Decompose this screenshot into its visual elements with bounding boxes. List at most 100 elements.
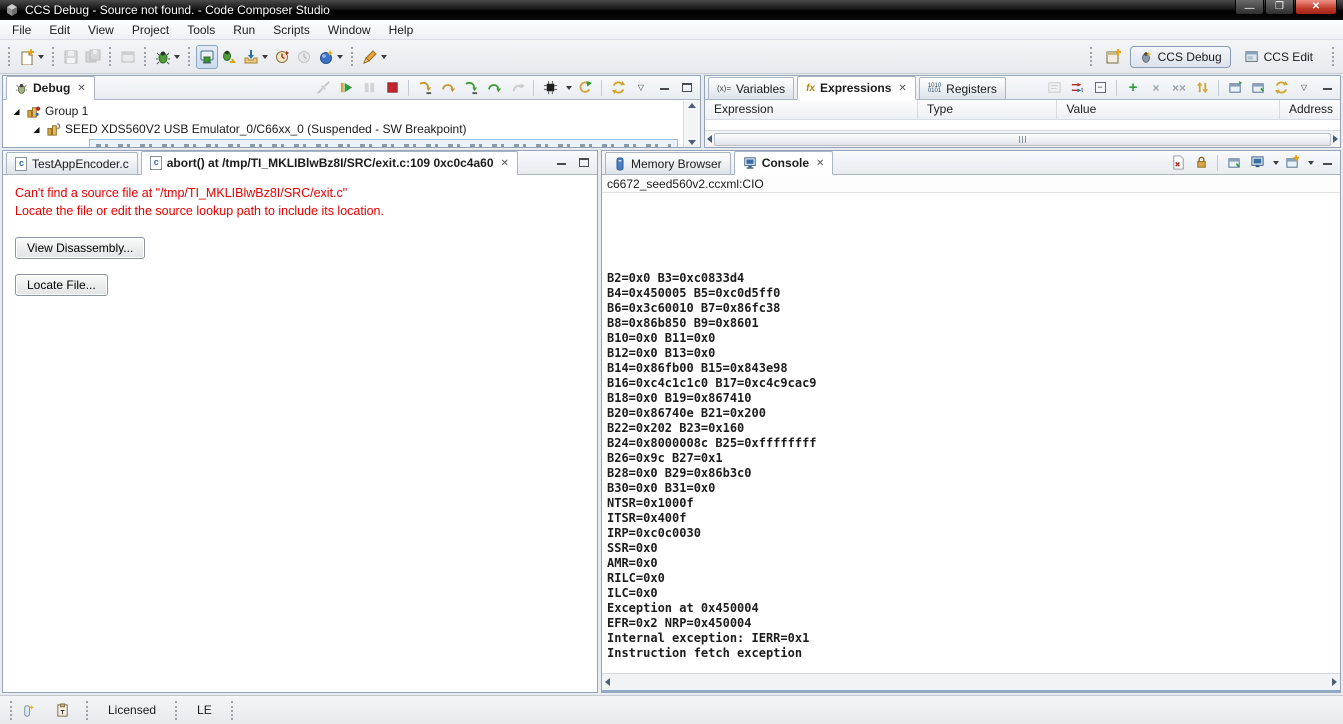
tab-console[interactable]: Console ✕: [733, 151, 834, 175]
tree-row-target[interactable]: ◢ SEED XDS560V2 USB Emulator_0/C66xx_0 (…: [3, 120, 700, 138]
show-logical-structure-icon[interactable]: t: [1067, 78, 1087, 98]
profile-clock-disabled-button[interactable]: [293, 45, 315, 69]
column-header-value[interactable]: Value: [1057, 100, 1280, 119]
close-tab-icon[interactable]: ✕: [898, 83, 906, 94]
assembly-step-over-icon[interactable]: [484, 78, 504, 98]
open-console-icon[interactable]: [1282, 153, 1302, 173]
minimize-view-icon[interactable]: [551, 153, 571, 173]
tab-expressions[interactable]: Expressions ✕: [797, 76, 916, 100]
column-header-expression[interactable]: Expression: [705, 100, 919, 119]
debug-step-launch-button[interactable]: [218, 45, 240, 69]
column-header-type[interactable]: Type: [918, 100, 1058, 119]
refresh-icon[interactable]: [608, 78, 628, 98]
collapse-all-icon[interactable]: −: [1090, 78, 1110, 98]
close-tab-icon[interactable]: ✕: [77, 83, 85, 94]
minimize-view-icon[interactable]: [654, 78, 674, 98]
load-program-button[interactable]: [240, 45, 271, 69]
menu-item[interactable]: Tools: [178, 21, 224, 39]
tab-variables[interactable]: Variables: [708, 77, 795, 99]
connect-target-button[interactable]: [196, 44, 218, 69]
tree-row-group[interactable]: ◢ Group 1: [3, 102, 700, 120]
view-menu-icon[interactable]: ▽: [1294, 78, 1314, 98]
restore-window-button[interactable]: ❐: [1265, 0, 1294, 15]
menu-item[interactable]: File: [3, 21, 40, 39]
resume-icon[interactable]: [336, 78, 356, 98]
minimize-view-icon[interactable]: [1317, 153, 1337, 173]
menu-item[interactable]: Window: [319, 21, 380, 39]
debug-tree-vertical-scrollbar[interactable]: [683, 101, 700, 147]
maximize-view-icon[interactable]: [574, 153, 594, 173]
save-button[interactable]: [60, 45, 82, 69]
locate-file-button[interactable]: Locate File...: [15, 274, 108, 296]
suspend-icon[interactable]: [359, 78, 379, 98]
refresh-icon[interactable]: [1271, 78, 1291, 98]
restart-icon[interactable]: [575, 78, 595, 98]
expanded-twisty-icon[interactable]: ◢: [11, 107, 22, 116]
open-perspective-button[interactable]: [1103, 45, 1125, 69]
view-disassembly-button[interactable]: View Disassembly...: [15, 237, 146, 259]
profile-clock-button[interactable]: [271, 45, 293, 69]
assembly-step-into-icon[interactable]: [461, 78, 481, 98]
scroll-up-icon[interactable]: [688, 103, 696, 108]
debug-launch-button[interactable]: [152, 45, 183, 69]
terminate-icon[interactable]: [382, 78, 402, 98]
column-header-address[interactable]: Address: [1280, 100, 1340, 119]
step-return-icon[interactable]: [507, 78, 527, 98]
disconnect-icon[interactable]: [313, 78, 333, 98]
perspective-ccs-edit-button[interactable]: CCS Edit: [1236, 46, 1322, 68]
menu-item[interactable]: Help: [380, 21, 423, 39]
open-console-toolbar-button[interactable]: [117, 45, 139, 69]
expressions-horizontal-scrollbar[interactable]: [705, 130, 1340, 147]
tab-memory-browser[interactable]: Memory Browser: [605, 152, 731, 174]
console-horizontal-scrollbar[interactable]: [602, 673, 1340, 690]
new-view-icon[interactable]: [1225, 78, 1245, 98]
reload-values-icon[interactable]: [1192, 78, 1212, 98]
scroll-right-icon[interactable]: [1332, 678, 1337, 686]
menu-item[interactable]: Edit: [40, 21, 79, 39]
view-menu-icon[interactable]: ▽: [631, 78, 651, 98]
remove-expression-icon[interactable]: ×: [1146, 78, 1166, 98]
close-tab-icon[interactable]: ✕: [816, 158, 824, 169]
dropdown-caret-icon[interactable]: [1308, 160, 1314, 165]
expanded-twisty-icon[interactable]: ◢: [31, 125, 42, 134]
console-line: ILC=0x0: [607, 586, 658, 600]
save-all-button[interactable]: [82, 45, 104, 69]
tab-abort-exit-c[interactable]: abort() at /tmp/TI_MKLIBlwBz8I/SRC/exit.…: [140, 151, 518, 175]
pin-console-icon[interactable]: [1224, 153, 1244, 173]
dropdown-caret-icon[interactable]: [1273, 160, 1279, 165]
menu-item[interactable]: Run: [224, 21, 264, 39]
menu-item[interactable]: Project: [123, 21, 178, 39]
tab-testappencoder[interactable]: TestAppEncoder.c: [6, 152, 138, 174]
scroll-down-icon[interactable]: [688, 140, 696, 145]
perspective-ccs-debug-button[interactable]: CCS Debug: [1129, 45, 1231, 68]
scroll-right-icon[interactable]: [1333, 135, 1338, 143]
close-tab-icon[interactable]: ✕: [501, 158, 509, 169]
maximize-view-icon[interactable]: [677, 78, 697, 98]
dropdown-caret-icon[interactable]: [566, 85, 572, 90]
scroll-lock-icon[interactable]: [1191, 153, 1211, 173]
scroll-left-icon[interactable]: [605, 678, 610, 686]
minimize-window-button[interactable]: —: [1235, 0, 1264, 15]
scrollbar-thumb[interactable]: [714, 132, 1331, 146]
menu-item[interactable]: View: [79, 21, 123, 39]
stack-frame-row-clipped[interactable]: [89, 139, 678, 147]
console-output[interactable]: B2=0x0 B3=0xc0833d4 B4=0x450005 B5=0xc0d5…: [602, 193, 1340, 690]
highlight-tool-button[interactable]: [315, 45, 346, 69]
tab-debug[interactable]: Debug ✕: [6, 76, 95, 100]
menu-item[interactable]: Scripts: [264, 21, 319, 39]
scroll-left-icon[interactable]: [707, 135, 712, 143]
tab-registers[interactable]: Registers: [918, 77, 1006, 99]
minimize-view-icon[interactable]: [1317, 78, 1337, 98]
remove-all-expressions-icon[interactable]: ××: [1169, 78, 1189, 98]
step-over-icon[interactable]: [438, 78, 458, 98]
pin-view-icon[interactable]: [1248, 78, 1268, 98]
display-console-icon[interactable]: [1247, 153, 1267, 173]
step-into-icon[interactable]: [415, 78, 435, 98]
new-wizard-button[interactable]: [16, 45, 47, 69]
add-expression-icon[interactable]: +: [1123, 78, 1143, 98]
close-window-button[interactable]: ✕: [1295, 0, 1337, 15]
cpu-reset-icon[interactable]: [540, 78, 560, 98]
show-type-names-icon[interactable]: [1044, 78, 1064, 98]
pin-tool-button[interactable]: [359, 45, 390, 69]
clear-console-icon[interactable]: [1168, 153, 1188, 173]
